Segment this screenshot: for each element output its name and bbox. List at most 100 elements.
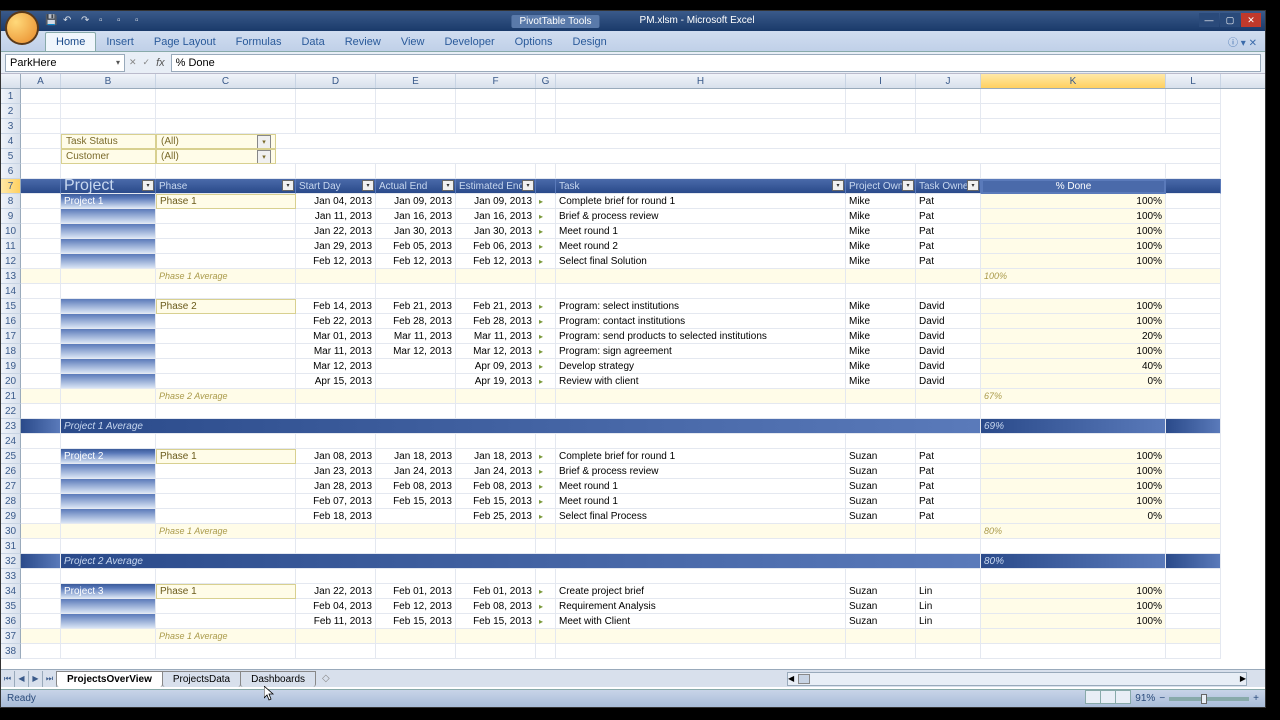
filter-value[interactable]: (All)▾ [156,149,276,164]
cell[interactable]: Feb 05, 2013 [376,239,456,254]
cell[interactable]: 0% [981,374,1166,389]
cell[interactable]: Jan 24, 2013 [456,464,536,479]
row-header[interactable]: 26 [1,464,21,479]
cell[interactable] [376,269,456,284]
ribbon-tab-options[interactable]: Options [505,33,563,51]
cell[interactable]: Suzan [846,584,916,599]
cancel-icon[interactable]: ✕ [129,57,137,68]
cell[interactable]: Feb 15, 2013 [376,494,456,509]
cell[interactable]: 100% [981,614,1166,629]
cell[interactable] [556,119,846,134]
cell[interactable] [156,479,296,494]
cell[interactable] [61,404,156,419]
cell[interactable] [61,269,156,284]
cell[interactable]: Lin [916,584,981,599]
cell[interactable] [21,89,61,104]
row-header[interactable]: 3 [1,119,21,134]
cell[interactable] [156,209,296,224]
cell[interactable] [156,404,296,419]
cell[interactable] [61,524,156,539]
row-header[interactable]: 1 [1,89,21,104]
header-dropdown-icon[interactable]: ▾ [832,180,844,191]
cell[interactable] [456,629,536,644]
cell[interactable] [21,419,61,434]
cell[interactable]: 100% [981,599,1166,614]
cell[interactable] [536,389,556,404]
cell[interactable]: Feb 22, 2013 [296,314,376,329]
col-header-H[interactable]: H [556,74,846,88]
cell[interactable] [536,179,556,194]
cell[interactable]: Meet round 2 [556,239,846,254]
cell[interactable] [1166,224,1221,239]
cell[interactable] [376,119,456,134]
maximize-button[interactable]: ▢ [1220,13,1240,27]
cell[interactable]: Suzan [846,494,916,509]
header-dropdown-icon[interactable]: ▾ [522,180,534,191]
scroll-right-icon[interactable]: ▶ [1240,674,1246,683]
cell[interactable] [556,284,846,299]
scroll-left-icon[interactable]: ◀ [788,674,794,683]
cell[interactable] [1166,629,1221,644]
cell[interactable]: Feb 25, 2013 [456,509,536,524]
cell[interactable] [916,284,981,299]
cell[interactable]: 100% [981,209,1166,224]
cell[interactable]: Program: sign agreement [556,344,846,359]
ribbon-tab-developer[interactable]: Developer [434,33,504,51]
cell[interactable]: Develop strategy [556,359,846,374]
cell[interactable]: Feb 08, 2013 [456,479,536,494]
cell[interactable] [61,389,156,404]
cell[interactable]: Jan 09, 2013 [376,194,456,209]
cell[interactable]: Suzan [846,449,916,464]
cell[interactable] [376,389,456,404]
ribbon-tab-insert[interactable]: Insert [96,33,144,51]
cell[interactable]: Pat [916,209,981,224]
cell[interactable]: Pat [916,254,981,269]
cell[interactable]: ▸ [536,239,556,254]
select-all-corner[interactable] [1,74,21,88]
col-header-G[interactable]: G [536,74,556,88]
cell[interactable] [156,509,296,524]
cell[interactable] [376,509,456,524]
cell[interactable] [61,464,156,479]
cell[interactable]: 100% [981,344,1166,359]
cell[interactable]: ▸ [536,509,556,524]
cell[interactable] [981,569,1166,584]
cell[interactable] [1166,374,1221,389]
cell[interactable] [376,89,456,104]
cell[interactable] [21,314,61,329]
cell[interactable] [61,314,156,329]
cell[interactable] [21,644,61,659]
cell[interactable] [156,494,296,509]
cell[interactable]: Jan 04, 2013 [296,194,376,209]
cell[interactable]: ▸ [536,374,556,389]
cell[interactable] [156,314,296,329]
cell[interactable] [21,344,61,359]
cell[interactable] [376,104,456,119]
col-header-E[interactable]: E [376,74,456,88]
cell[interactable] [981,119,1166,134]
cell[interactable] [21,404,61,419]
cell[interactable]: Feb 15, 2013 [376,614,456,629]
row-header[interactable]: 16 [1,314,21,329]
sheet-tab-projectsdata[interactable]: ProjectsData [162,671,241,687]
cell[interactable] [556,89,846,104]
cell[interactable]: Estimated End▾ [456,179,536,194]
cell[interactable]: Actual End▾ [376,179,456,194]
cell[interactable] [21,134,61,149]
col-header-L[interactable]: L [1166,74,1221,88]
cell[interactable] [296,539,376,554]
cell[interactable] [61,119,156,134]
cell[interactable] [536,269,556,284]
cell[interactable] [296,119,376,134]
cell[interactable]: Pat [916,479,981,494]
cell[interactable] [1166,179,1221,194]
cell[interactable]: Pat [916,509,981,524]
cell[interactable] [456,434,536,449]
cell[interactable] [296,524,376,539]
col-header-D[interactable]: D [296,74,376,88]
cell[interactable]: Task Status [61,134,156,149]
cell[interactable]: Task Owner▾ [916,179,981,194]
cell[interactable] [156,119,296,134]
cell[interactable]: Feb 12, 2013 [296,254,376,269]
cell[interactable]: Phase 1 [156,194,296,209]
